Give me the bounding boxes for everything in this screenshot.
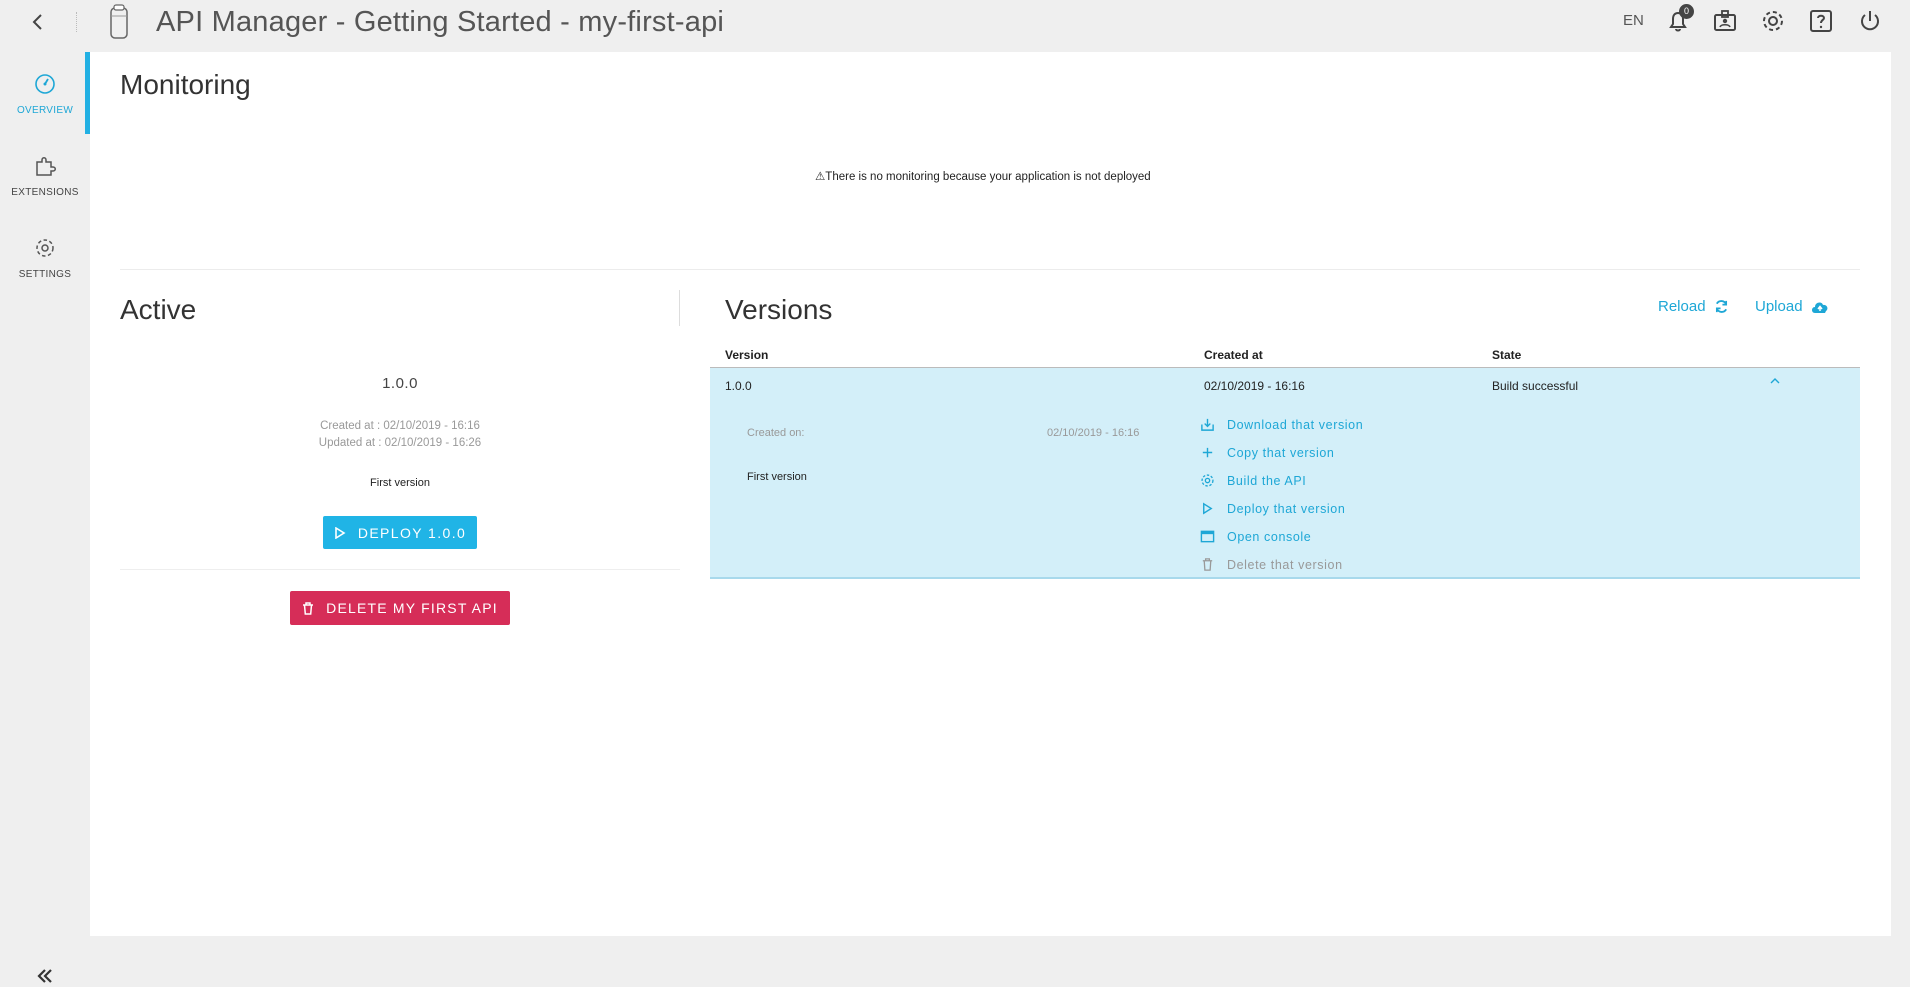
active-version: 1.0.0 <box>382 375 418 392</box>
active-updated-at: Updated at : 02/10/2019 - 16:26 <box>318 437 482 449</box>
row-version: 1.0.0 <box>725 379 752 393</box>
play-icon <box>1203 502 1213 515</box>
column-header-version: Version <box>725 348 769 362</box>
play-icon <box>335 526 346 539</box>
sidebar-item-settings[interactable]: SETTINGS <box>0 216 90 288</box>
upload-label: Upload <box>1755 298 1803 315</box>
delete-version-action[interactable]: Delete that version <box>1200 557 1343 572</box>
column-header-state: State <box>1492 348 1522 362</box>
versions-title: Versions <box>725 294 833 325</box>
active-divider <box>120 569 680 570</box>
id-card-icon[interactable] <box>1710 6 1740 36</box>
collapse-sidebar-icon[interactable] <box>34 965 56 987</box>
delete-api-button[interactable]: DELETE MY FIRST API <box>290 591 510 625</box>
monitoring-message: ⚠There is no monitoring because your app… <box>815 171 1151 183</box>
notifications-button[interactable]: 0 <box>1663 4 1694 36</box>
sidebar-item-label: EXTENSIONS <box>11 187 79 198</box>
plus-icon <box>1202 447 1213 458</box>
sidebar: OVERVIEW EXTENSIONS SETTINGS <box>0 52 90 983</box>
monitoring-title: Monitoring <box>120 69 251 100</box>
download-icon <box>1201 418 1214 431</box>
deploy-version-action[interactable]: Deploy that version <box>1200 501 1345 516</box>
row-state: Build successful <box>1492 379 1579 393</box>
active-description: First version <box>370 477 430 489</box>
deploy-button[interactable]: DEPLOY 1.0.0 <box>323 516 477 549</box>
language-selector[interactable]: EN <box>1623 12 1644 29</box>
main-panel: Monitoring ⚠There is no monitoring becau… <box>90 52 1891 936</box>
copy-version-action[interactable]: Copy that version <box>1200 445 1334 460</box>
active-created-at: Created at : 02/10/2019 - 16:16 <box>320 420 480 432</box>
help-icon[interactable] <box>1806 6 1836 36</box>
deploy-button-label: DEPLOY 1.0.0 <box>357 524 467 541</box>
sidebar-item-label: OVERVIEW <box>16 105 74 116</box>
active-title: Active <box>120 294 197 325</box>
detail-description: First version <box>747 471 807 483</box>
action-label: Open console <box>1227 529 1312 544</box>
back-arrow-icon[interactable] <box>26 10 50 34</box>
column-separator <box>679 290 680 326</box>
detail-created-label: Created on: <box>747 427 805 439</box>
trash-icon <box>1202 558 1213 571</box>
action-label: Build the API <box>1227 473 1307 488</box>
api-manager-logo-icon <box>110 4 128 39</box>
top-bar: API Manager - Getting Started - my-first… <box>0 0 1910 52</box>
gear-icon <box>1201 474 1214 487</box>
column-header-created-at: Created at <box>1204 348 1263 362</box>
upload-button[interactable]: Upload <box>1755 298 1829 315</box>
cloud-upload-icon <box>1811 302 1827 313</box>
gauge-icon <box>35 74 55 94</box>
refresh-icon <box>1715 300 1727 313</box>
action-label: Copy that version <box>1227 445 1335 460</box>
console-icon <box>1200 530 1215 543</box>
gear-icon <box>36 239 54 257</box>
notification-count-badge: 0 <box>1679 4 1694 19</box>
chevron-up-icon[interactable] <box>1768 376 1782 386</box>
reload-button[interactable]: Reload <box>1658 298 1729 315</box>
sidebar-item-overview[interactable]: OVERVIEW <box>0 52 90 124</box>
delete-button-label: DELETE MY FIRST API <box>326 600 498 616</box>
puzzle-icon <box>36 157 56 176</box>
top-separator <box>76 12 77 32</box>
sidebar-item-label: SETTINGS <box>18 269 72 280</box>
detail-created-value: 02/10/2019 - 16:16 <box>1047 427 1140 439</box>
action-label: Download that version <box>1227 417 1364 432</box>
action-label: Deploy that version <box>1227 501 1346 516</box>
table-row[interactable]: 1.0.0 02/10/2019 - 16:16 Build successfu… <box>710 368 1860 579</box>
power-icon[interactable] <box>1855 6 1885 36</box>
settings-gear-icon[interactable] <box>1758 6 1788 36</box>
open-console-action[interactable]: Open console <box>1200 529 1311 544</box>
trash-icon <box>303 601 314 615</box>
row-created-at: 02/10/2019 - 16:16 <box>1204 379 1305 393</box>
app-title: API Manager - Getting Started - my-first… <box>156 6 725 38</box>
download-version-action[interactable]: Download that version <box>1200 417 1363 432</box>
build-api-action[interactable]: Build the API <box>1200 473 1306 488</box>
section-divider <box>120 269 1860 270</box>
action-label: Delete that version <box>1227 557 1343 572</box>
sidebar-item-extensions[interactable]: EXTENSIONS <box>0 134 90 206</box>
reload-label: Reload <box>1658 298 1706 315</box>
